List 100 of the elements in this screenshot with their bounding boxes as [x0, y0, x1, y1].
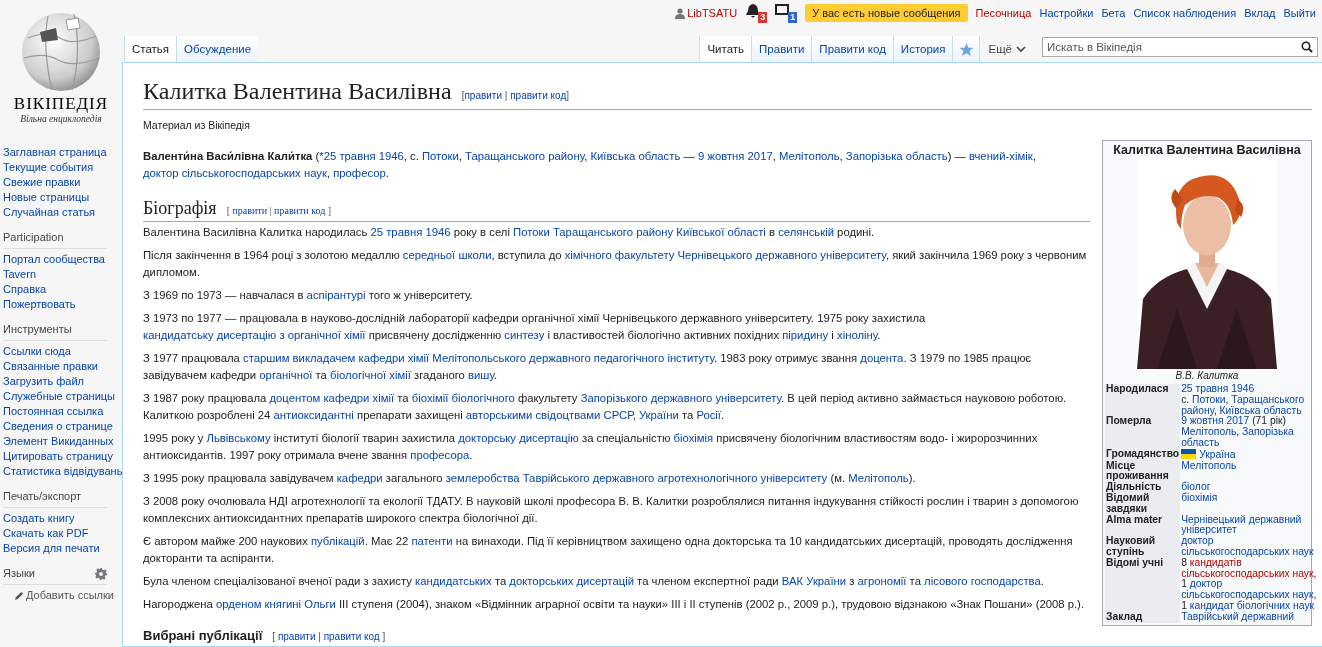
personal-link[interactable]: Песочница: [975, 7, 1032, 19]
link[interactable]: біохімії біологічного: [411, 392, 515, 404]
messages-button[interactable]: У вас есть новые сообщения: [805, 4, 968, 22]
link[interactable]: піридину: [782, 329, 829, 341]
link[interactable]: *25 травня 1946: [319, 150, 404, 162]
link[interactable]: Таращанського: [1231, 393, 1305, 405]
user-link[interactable]: LibTSATU: [687, 7, 738, 19]
link[interactable]: району: [1181, 404, 1214, 416]
link[interactable]: сільськогосподарських наук: [1181, 545, 1314, 557]
tab[interactable]: Статья: [124, 36, 177, 62]
link[interactable]: антиоксидантні: [273, 409, 354, 421]
link[interactable]: Таврійський державний: [1181, 610, 1295, 622]
link[interactable]: ВАК України: [781, 575, 847, 587]
sidebar-link[interactable]: Связанные правки: [3, 359, 98, 374]
link[interactable]: докторську дисертацію: [458, 432, 579, 444]
link[interactable]: правити: [464, 90, 502, 101]
link[interactable]: публікацій: [310, 535, 365, 547]
sidebar-link[interactable]: Создать книгу: [3, 511, 75, 526]
sidebar-link[interactable]: Версия для печати: [3, 541, 100, 556]
link[interactable]: орденом княгині Ольги: [216, 598, 336, 610]
wordmark[interactable]: ВІКІПЕДІЯ: [13, 94, 109, 114]
link[interactable]: України: [638, 409, 679, 421]
link[interactable]: Київська область: [1219, 404, 1302, 416]
link[interactable]: Потоки Таращанського району Київської області: [513, 226, 766, 238]
link[interactable]: хімічного факультету Чернівецького державного університету: [564, 249, 886, 261]
link[interactable]: професор: [333, 167, 386, 179]
link[interactable]: землеробства Таврійського державного агротехнологічного університету: [445, 472, 828, 484]
link[interactable]: Запорізька: [1242, 426, 1294, 438]
link[interactable]: Чернівецький державний: [1181, 513, 1302, 525]
sidebar-link[interactable]: Текущие события: [3, 160, 94, 175]
tab[interactable]: Читать: [699, 36, 752, 62]
personal-link[interactable]: Вклад: [1244, 7, 1276, 19]
tab[interactable]: Правити код: [811, 36, 893, 62]
link[interactable]: кандидат біологічних наук: [1189, 599, 1315, 611]
search-field[interactable]: Искать в Вікіпедія: [1042, 37, 1318, 57]
link[interactable]: доктор: [1181, 535, 1214, 547]
link[interactable]: Мелітополь: [1181, 459, 1237, 471]
link[interactable]: агрономії: [857, 575, 907, 587]
sidebar-link[interactable]: Скачать как PDF: [3, 526, 89, 541]
sidebar-link[interactable]: Цитировать страницу: [3, 449, 113, 464]
link[interactable]: університет: [1181, 524, 1237, 536]
link[interactable]: правити код: [274, 205, 326, 216]
sidebar-link[interactable]: Элемент Викиданных: [3, 434, 114, 449]
sidebar-link[interactable]: Tavern: [3, 267, 37, 282]
link[interactable]: біохімія: [1181, 491, 1218, 503]
sidebar-link[interactable]: Справка: [3, 282, 47, 297]
settings-icon[interactable]: [95, 567, 107, 580]
tab[interactable]: Правити: [751, 36, 812, 62]
tab[interactable]: История: [892, 36, 953, 62]
personal-link[interactable]: Выйти: [1283, 7, 1316, 19]
personal-link[interactable]: Настройки: [1039, 7, 1094, 19]
link[interactable]: Потоки: [1192, 393, 1226, 405]
tab[interactable]: Обсуждение: [176, 36, 259, 62]
sidebar-link[interactable]: Статистика відвідувань: [3, 464, 123, 479]
link[interactable]: вишу: [468, 369, 494, 381]
link[interactable]: доктор сільськогосподарських наук: [143, 167, 327, 179]
sidebar-link[interactable]: Свежие правки: [3, 175, 81, 190]
link[interactable]: біолог: [1181, 481, 1211, 493]
link[interactable]: Росії: [696, 409, 721, 421]
link[interactable]: 9 жовтня 2017: [1181, 415, 1250, 427]
link[interactable]: правити код: [323, 631, 380, 642]
link[interactable]: Львівському: [206, 432, 271, 444]
link[interactable]: Київська область: [590, 150, 681, 162]
link[interactable]: патенти: [411, 535, 453, 547]
link[interactable]: Україна: [1199, 448, 1236, 460]
search-icon[interactable]: [1301, 41, 1313, 53]
link[interactable]: Запорізька область: [845, 150, 948, 162]
sidebar-link[interactable]: Случайная статья: [3, 205, 96, 220]
personal-link[interactable]: Список наблюдения: [1133, 7, 1237, 19]
link[interactable]: докторських дисертацій: [509, 575, 634, 587]
link[interactable]: доктор: [1189, 578, 1223, 590]
link[interactable]: органічної: [259, 369, 313, 381]
link[interactable]: правити: [232, 205, 268, 216]
sidebar-link[interactable]: Пожертвовать: [3, 297, 76, 312]
sidebar-link[interactable]: Сведения о странице: [3, 419, 113, 434]
link[interactable]: доцентом кафедри хімії: [269, 392, 395, 404]
sidebar-link[interactable]: Новые страницы: [3, 190, 90, 205]
link[interactable]: кандидатську дисертацію з органічної хімії: [143, 329, 366, 341]
link[interactable]: селянській: [778, 226, 834, 238]
sidebar-link[interactable]: Портал сообщества: [3, 252, 105, 267]
link[interactable]: синтезу: [504, 329, 545, 341]
personal-link[interactable]: Бета: [1101, 7, 1126, 19]
sidebar-link[interactable]: Загрузить файл: [3, 374, 84, 389]
link[interactable]: вчений-хімік: [968, 150, 1033, 162]
sidebar-link[interactable]: Ссылки сюда: [3, 344, 71, 359]
link[interactable]: 25 травня 1946: [1181, 383, 1255, 394]
link[interactable]: Мелітополь: [779, 150, 840, 162]
link[interactable]: кандидатів: [1189, 556, 1242, 568]
link[interactable]: Потоки: [421, 150, 459, 162]
link[interactable]: лісового господарства: [924, 575, 1041, 587]
sidebar-link[interactable]: Заглавная страница: [3, 145, 107, 160]
link[interactable]: авторськими свідоцтвами СРСР: [465, 409, 633, 421]
link[interactable]: біологічної хімії: [329, 369, 411, 381]
link[interactable]: кафедри: [336, 472, 383, 484]
link[interactable]: правити: [277, 631, 316, 642]
link[interactable]: кандидатських: [415, 575, 492, 587]
link[interactable]: 25 травня 1946: [370, 226, 451, 238]
add-links-link[interactable]: Добавить ссылки: [15, 588, 114, 603]
sidebar-link[interactable]: Служебные страницы: [3, 389, 115, 404]
link[interactable]: Мелітополь: [848, 472, 909, 484]
